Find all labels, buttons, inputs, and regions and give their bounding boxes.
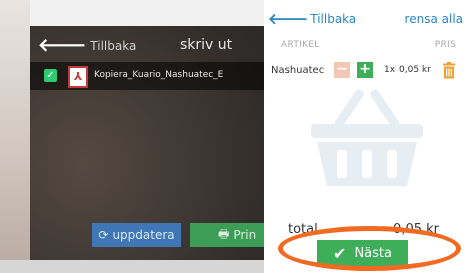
file-row[interactable]: ✓ ⅄ Kopiera_Kuario_Nashuatec_E <box>30 62 265 90</box>
column-header-article: ARTIKEL <box>281 40 320 50</box>
print-label: Prin <box>233 228 257 242</box>
dialog-back-label: Tillbaka <box>90 39 137 53</box>
print-button[interactable]: 🖶 Prin <box>190 223 265 247</box>
file-checkbox[interactable]: ✓ <box>44 69 57 82</box>
arrow-left-icon: 🡐 <box>38 35 87 56</box>
arrow-left-icon: 🡐 <box>268 9 309 28</box>
total-value: 0,05 kr <box>393 222 439 237</box>
cart-panel: 🡐 Tillbaka rensa alla ARTIKEL PRIS Nashu… <box>264 0 469 273</box>
refresh-icon: ⟳ <box>98 228 109 242</box>
next-label: Nästa <box>354 245 392 261</box>
column-header-price: PRIS <box>434 40 456 50</box>
update-button[interactable]: ⟳ uppdatera <box>92 223 181 247</box>
dialog-back-button[interactable]: 🡐 Tillbaka <box>38 37 136 55</box>
checkmark-icon: ✔ <box>333 243 347 263</box>
item-price: 0,05 kr <box>399 65 431 75</box>
cart-item-row: Nashuatec − + 1x 0,05 kr <box>264 60 469 82</box>
trash-icon[interactable] <box>442 62 456 79</box>
cart-back-label: Tillbaka <box>310 12 357 26</box>
printer-icon: 🖶 <box>218 226 230 241</box>
increase-quantity-button[interactable]: + <box>357 62 373 78</box>
empty-basket-icon <box>311 89 423 186</box>
item-quantity: 1x <box>384 65 396 75</box>
cart-back-button[interactable]: 🡐 Tillbaka <box>268 9 357 28</box>
decrease-quantity-button[interactable]: − <box>334 62 350 78</box>
clear-all-link[interactable]: rensa alla <box>405 12 463 26</box>
print-dialog-header: 🡐 Tillbaka skriv ut <box>30 34 265 58</box>
next-button[interactable]: ✔ Nästa <box>317 240 408 266</box>
update-label: uppdatera <box>112 228 175 242</box>
item-name: Nashuatec <box>271 65 325 76</box>
print-dialog: 🡐 Tillbaka skriv ut ✓ ⅄ Kopiera_Kuario_N… <box>30 26 265 260</box>
dialog-title: skriv ut <box>180 37 233 53</box>
file-name: Kopiera_Kuario_Nashuatec_E <box>94 70 224 80</box>
background-left-strip <box>0 0 30 273</box>
total-label: total <box>288 222 318 237</box>
pdf-icon: ⅄ <box>68 66 88 88</box>
